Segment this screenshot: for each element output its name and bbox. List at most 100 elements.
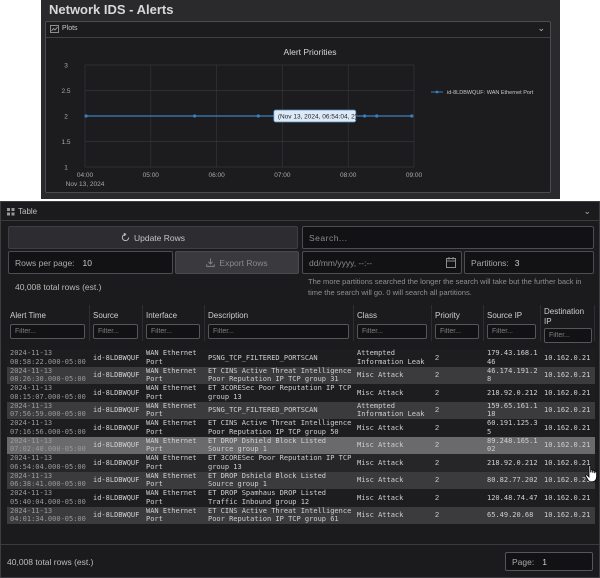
search-input[interactable] xyxy=(302,226,594,249)
table-cell: Misc Attack xyxy=(354,367,432,385)
table-cell-text: id-8LDBWQUF xyxy=(93,493,140,502)
table-cell-text: 10.162.0.21 xyxy=(544,476,591,485)
table-cell-text: 2024-11-13 06:38:41.000-05:00 xyxy=(10,471,86,489)
table-cell: WAN Ethernet Port xyxy=(143,419,205,437)
rows-per-page-field[interactable]: Rows per page: 10 xyxy=(8,251,173,274)
x-tick-label: 04:00 xyxy=(77,172,94,179)
table-cell: 10.162.0.21 xyxy=(541,419,595,437)
table-cell: PSNG_TCP_FILTERED_PORTSCAN xyxy=(205,349,354,367)
column-filter-input[interactable] xyxy=(146,324,200,339)
table-cell-text: ET DROP Dshield Block Listed Source grou… xyxy=(208,436,327,454)
table-cell-text: 2 xyxy=(435,492,440,502)
table-cell-text: Misc Attack xyxy=(357,371,404,380)
date-placeholder: dd/mm/yyyy, --:-- xyxy=(309,257,373,268)
column-header[interactable]: Interface xyxy=(143,305,205,341)
export-rows-label: Export Rows xyxy=(219,257,268,268)
table-row[interactable]: 2024-11-13 07:56:59.000-05:00 id-8LDBWQUF… xyxy=(7,401,595,420)
table-cell-text: 120.48.74.47 xyxy=(487,493,538,502)
table-row[interactable]: 2024-11-13 08:26:30.000-05:00 id-8LDBWQUF… xyxy=(7,366,595,385)
export-rows-button[interactable]: Export Rows xyxy=(175,251,299,274)
table-cell: WAN Ethernet Port xyxy=(143,454,205,472)
table-cell: 2 xyxy=(432,349,484,367)
table-title: Table xyxy=(18,207,38,216)
column-header[interactable]: Description xyxy=(205,305,354,341)
data-point[interactable] xyxy=(84,114,88,118)
table-cell: Attempted Information Leak xyxy=(354,349,432,367)
data-point[interactable] xyxy=(256,114,260,118)
table-cell: WAN Ethernet Port xyxy=(143,437,205,455)
column-filter-input[interactable] xyxy=(208,324,349,339)
table-cell: WAN Ethernet Port xyxy=(143,384,205,402)
table-cell: 159.65.161.1 18 xyxy=(484,402,541,420)
table-row[interactable]: 2024-11-13 06:54:04.000-05:00 id-8LDBWQUF… xyxy=(7,454,595,472)
table-cell-text: PSNG_TCP_FILTERED_PORTSCAN xyxy=(208,353,318,362)
table-cell: id-8LDBWQUF xyxy=(90,454,143,472)
chevron-down-icon[interactable]: ⌄ xyxy=(583,206,591,217)
table-row[interactable]: 2024-11-13 04:01:34.000-05:00 id-8LDBWQUF… xyxy=(7,506,595,524)
data-point[interactable] xyxy=(193,114,197,118)
calendar-icon[interactable] xyxy=(446,257,456,268)
update-rows-button[interactable]: Update Rows xyxy=(8,226,298,249)
data-point[interactable] xyxy=(375,114,379,118)
y-tick-label: 1.5 xyxy=(61,139,70,146)
table-row[interactable]: 2024-11-13 06:38:41.000-05:00 id-8LDBWQUF… xyxy=(7,471,595,490)
column-filter-input[interactable] xyxy=(93,324,138,339)
table-row[interactable]: 2024-11-13 05:40:04.000-05:00 id-8LDBWQUF… xyxy=(7,489,595,507)
table-cell-text: 80.82.77.202 xyxy=(487,476,538,485)
data-point[interactable] xyxy=(410,114,414,118)
table-cell-text: WAN Ethernet Port xyxy=(146,489,197,506)
table-row[interactable]: 2024-11-13 07:02:40.000-05:00 id-8LDBWQUF… xyxy=(7,436,595,455)
table-cell-text: 46.174.191.2 8 xyxy=(487,366,538,384)
column-filter-input[interactable] xyxy=(357,324,427,339)
column-header[interactable]: Priority xyxy=(432,305,484,341)
table-cell: 2024-11-13 08:58:22.000-05:00 xyxy=(7,349,90,367)
plots-title: Plots xyxy=(62,25,78,32)
column-filter-input[interactable] xyxy=(544,328,592,343)
table-cell-text: 10.162.0.21 xyxy=(544,406,591,415)
table-cell-text: 10.162.0.21 xyxy=(544,353,591,362)
column-header[interactable]: Class xyxy=(354,305,432,341)
table-header[interactable]: Table ⌄ xyxy=(1,202,599,221)
partitions-field[interactable]: Partitions: 3 xyxy=(464,251,594,274)
plots-header[interactable]: Plots ⌄ xyxy=(46,22,550,38)
chart-title: Alert Priorities xyxy=(284,47,337,57)
column-header[interactable]: Source IP xyxy=(484,305,541,341)
page-number-field[interactable]: Page: 1 xyxy=(505,552,593,571)
chevron-down-icon[interactable]: ⌄ xyxy=(537,23,545,34)
table-cell-text: 10.162.0.21 xyxy=(544,371,591,380)
table-cell-text: ET 3CORESec Poor Reputation IP TCP group… xyxy=(208,454,352,471)
data-point[interactable] xyxy=(363,114,367,118)
x-tick-label: 09:00 xyxy=(406,172,423,179)
column-header-label: Description xyxy=(208,311,249,320)
table-cell: ET DROP Spamhaus DROP Listed Traffic Inb… xyxy=(205,489,354,507)
column-header-label: Source xyxy=(93,311,119,320)
table-cell: 60.191.125.3 5 xyxy=(484,419,541,437)
date-time-input[interactable]: dd/mm/yyyy, --:-- xyxy=(302,251,462,274)
y-tick-label: 2 xyxy=(64,114,68,121)
column-header[interactable]: Destination IP xyxy=(541,305,595,343)
table-cell-text: 10.162.0.21 xyxy=(544,493,591,502)
column-filter-input[interactable] xyxy=(10,324,85,339)
table-cell: Misc Attack xyxy=(354,472,432,490)
table-cell: WAN Ethernet Port xyxy=(143,402,205,420)
table-cell-text: 2 xyxy=(435,440,440,450)
table-row[interactable]: 2024-11-13 08:58:22.000-05:00 id-8LDBWQUF… xyxy=(7,349,595,367)
column-header[interactable]: Alert Time xyxy=(7,305,90,341)
table-cell-text: 10.162.0.21 xyxy=(544,423,591,432)
x-tick-date-label: Nov 13, 2024 xyxy=(66,181,105,188)
table-cell-text: WAN Ethernet Port xyxy=(146,436,197,454)
table-row[interactable]: 2024-11-13 07:16:56.000-05:00 id-8LDBWQUF… xyxy=(7,419,595,437)
column-filter-input[interactable] xyxy=(435,324,479,339)
column-header[interactable]: Source xyxy=(90,305,143,341)
table-cell: id-8LDBWQUF xyxy=(90,437,143,455)
table-cell: 2 xyxy=(432,472,484,490)
table-cell-text: 10.162.0.21 xyxy=(544,388,591,397)
table-row[interactable]: 2024-11-13 08:15:07.000-05:00 id-8LDBWQUF… xyxy=(7,384,595,402)
table-cell: ET DROP Dshield Block Listed Source grou… xyxy=(205,437,354,455)
table-cell: Misc Attack xyxy=(354,419,432,437)
table-cell: 80.82.77.202 xyxy=(484,472,541,490)
table-cell: ET 3CORESec Poor Reputation IP TCP group… xyxy=(205,454,354,472)
rows-per-page-value: 10 xyxy=(82,257,93,268)
column-filter-input[interactable] xyxy=(487,324,536,339)
table-cell-text: Misc Attack xyxy=(357,458,404,467)
